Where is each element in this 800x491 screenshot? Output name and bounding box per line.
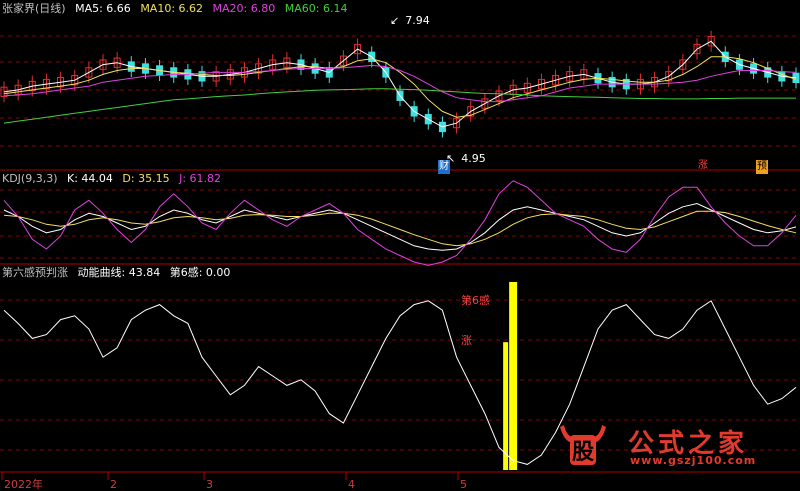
panel1-header: 张家界(日线) MA5: 6.66 MA10: 6.62 MA20: 6.80 … [2, 2, 353, 16]
k-line [3, 202, 797, 251]
axis-tick-label: 2022年 [4, 477, 43, 491]
bar-label-zhang: 涨 [461, 334, 472, 347]
marker-yu[interactable]: 预 [756, 160, 768, 174]
marker-zhang[interactable]: 涨 [698, 159, 708, 173]
high-arrow: ↙ [390, 14, 400, 27]
ma5-line [3, 40, 797, 128]
axis-ticks: 2022年 2 3 4 5 [1, 472, 467, 491]
stock-name: 张家界(日线) [2, 2, 66, 15]
axis-tick-label: 5 [460, 478, 467, 491]
low-label: ↖ 4.95 [446, 152, 492, 166]
panel3-header: 第六感预判涨 动能曲线: 43.84 第6感: 0.00 [2, 266, 236, 280]
panel1-ma-lines [3, 40, 797, 128]
panel2-header: KDJ(9,3,3) K: 44.04 D: 35.15 J: 61.82 [2, 172, 227, 186]
ma60-value: MA60: 6.14 [284, 2, 348, 15]
low-value: 4.95 [461, 152, 486, 165]
ma10-value: MA10: 6.62 [140, 2, 204, 15]
high-label: ↙ 7.94 [390, 14, 436, 28]
watermark-url: www.gszj100.com [630, 454, 757, 467]
sixth-sense-bar [509, 282, 518, 470]
high-value: 7.94 [405, 14, 430, 27]
sixth-value: 第6感: 0.00 [169, 266, 231, 279]
curve-value: 动能曲线: 43.84 [77, 266, 161, 279]
j-value: J: 61.82 [179, 172, 222, 185]
axis-tick-label: 3 [206, 478, 213, 491]
chart-canvas[interactable]: 2022年 2 3 4 5 [0, 0, 800, 491]
ma5-value: MA5: 6.66 [75, 2, 131, 15]
candles [0, 30, 800, 138]
j-line [3, 180, 797, 266]
bar-label-sixth: 第6感 [461, 294, 490, 307]
bull-logo-icon: 股 [560, 425, 606, 465]
sixth-sense-bar-secondary [503, 342, 509, 470]
watermark: 股 公式之家 www.gszj100.com [556, 421, 786, 469]
marker-cai[interactable]: 财 [438, 160, 450, 174]
axis-tick-label: 2 [110, 478, 117, 491]
d-value: D: 35.15 [122, 172, 170, 185]
indicator-name: 第六感预判涨 [2, 266, 68, 279]
logo-char: 股 [572, 439, 594, 465]
panel2-kdj-lines [3, 180, 797, 266]
kdj-name: KDJ(9,3,3) [2, 172, 58, 185]
axis-tick-label: 4 [348, 478, 355, 491]
k-value: K: 44.04 [67, 172, 113, 185]
d-line [3, 210, 797, 247]
ma20-value: MA20: 6.80 [212, 2, 276, 15]
